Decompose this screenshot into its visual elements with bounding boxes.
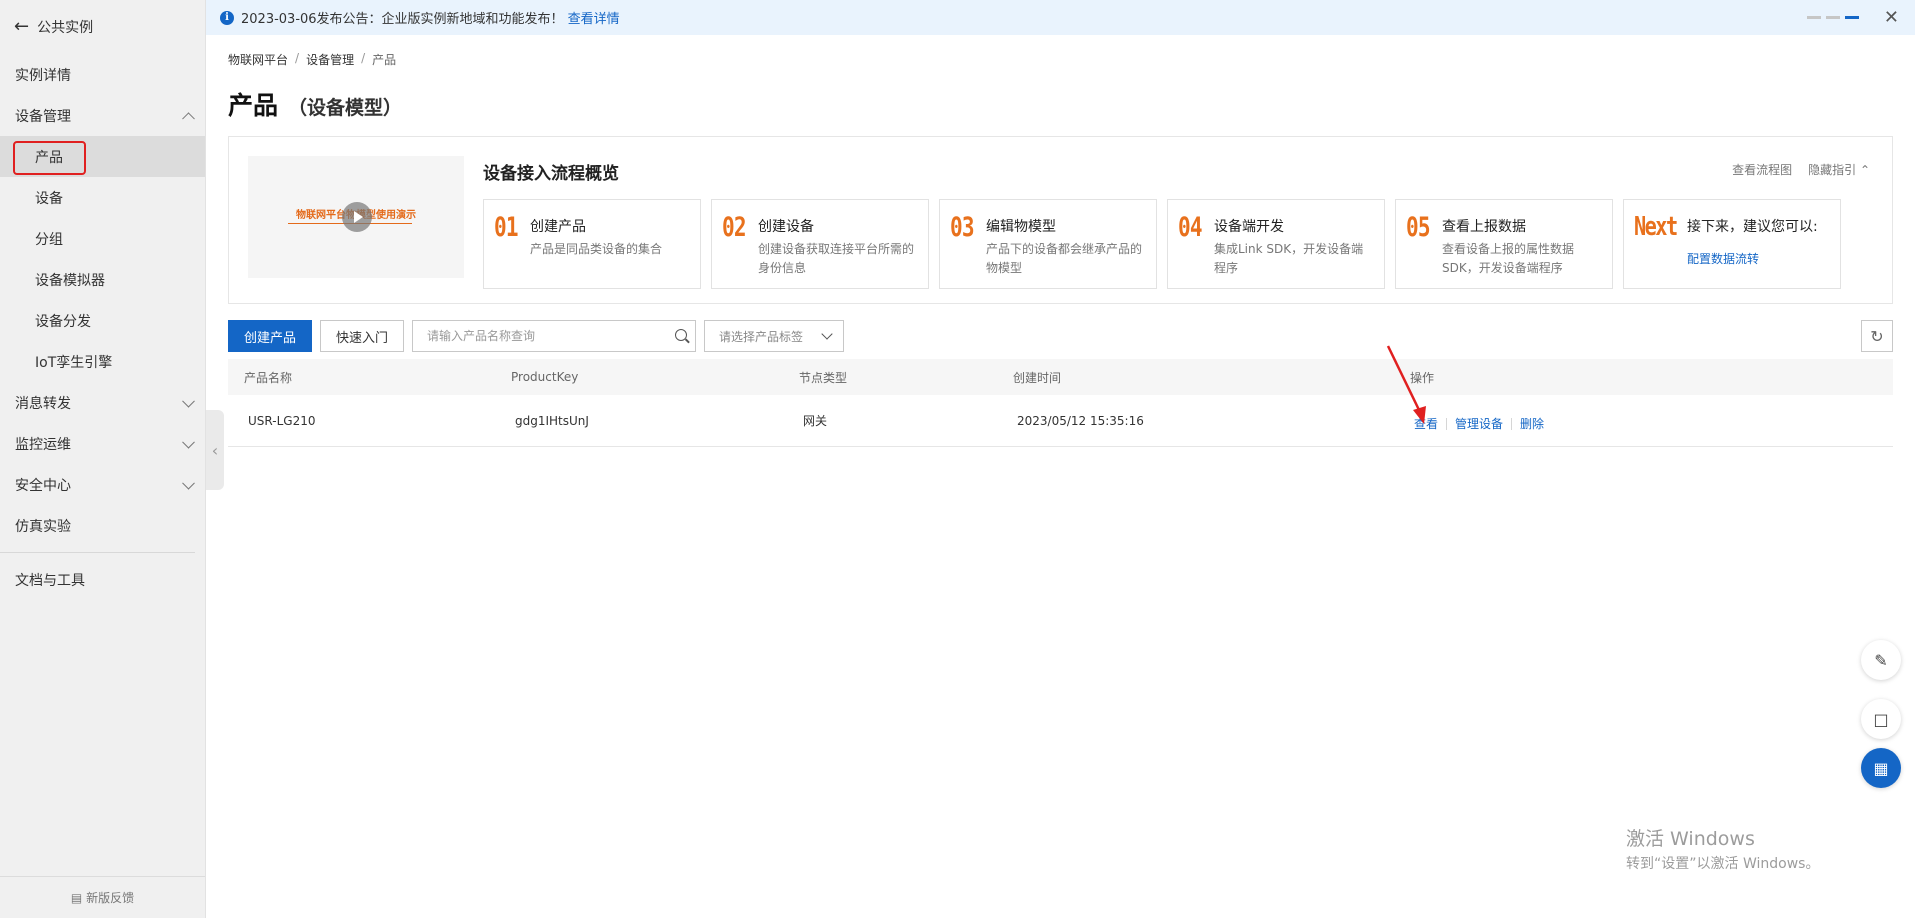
quick-start-button[interactable]: 快速入门 bbox=[320, 320, 405, 352]
manage-devices-link[interactable]: 管理设备 bbox=[1455, 415, 1503, 432]
chevron-down-icon bbox=[182, 435, 195, 449]
guide-step-next: Next 接下来，建议您可以: 配置数据流转 bbox=[1623, 199, 1841, 289]
collapse-sidebar-button[interactable]: ‹ bbox=[206, 410, 224, 490]
breadcrumb-current: 产品 bbox=[372, 53, 397, 67]
divider bbox=[0, 552, 195, 553]
breadcrumb-item[interactable]: 设备管理 bbox=[306, 51, 354, 68]
back-button[interactable]: ← 公共实例 bbox=[0, 0, 205, 54]
play-icon[interactable] bbox=[342, 202, 372, 232]
created-time: 2023/05/12 15:35:16 bbox=[1017, 413, 1144, 428]
sidebar-item-monitoring[interactable]: 监控运维 bbox=[0, 423, 205, 464]
breadcrumb-item[interactable]: 物联网平台 bbox=[228, 51, 288, 68]
node-type: 网关 bbox=[803, 414, 828, 428]
sidebar-item-security[interactable]: 安全中心 bbox=[0, 464, 205, 505]
chevron-down-icon bbox=[821, 328, 833, 340]
sidebar-item-simulation[interactable]: 仿真实验 bbox=[0, 505, 205, 546]
chevron-down-icon bbox=[182, 476, 195, 490]
column-header: 创建时间 bbox=[1013, 370, 1062, 385]
hide-guide-link[interactable]: 隐藏指引 ⌃ bbox=[1808, 161, 1870, 178]
refresh-icon: ↻ bbox=[1870, 326, 1884, 346]
search-input[interactable] bbox=[413, 321, 654, 351]
create-product-button[interactable]: 创建产品 bbox=[228, 320, 313, 352]
guide-step[interactable]: 03 编辑物模型 产品下的设备都会继承产品的物模型 bbox=[939, 199, 1157, 289]
chevron-down-icon bbox=[182, 394, 195, 408]
view-flowchart-link[interactable]: 查看流程图 bbox=[1732, 161, 1792, 178]
configure-data-flow-link[interactable]: 配置数据流转 bbox=[1687, 250, 1759, 267]
sidebar-item-group[interactable]: 分组 bbox=[0, 218, 205, 259]
sidebar-item-device[interactable]: 设备 bbox=[0, 177, 205, 218]
chevron-up-icon bbox=[182, 111, 195, 125]
refresh-button[interactable]: ↻ bbox=[1861, 320, 1893, 352]
table-header: 产品名称 ProductKey 节点类型 创建时间 操作 bbox=[228, 359, 1893, 395]
delete-link[interactable]: 删除 bbox=[1520, 415, 1544, 432]
sidebar-item-device-distribution[interactable]: 设备分发 bbox=[0, 300, 205, 341]
column-header: 产品名称 bbox=[244, 370, 293, 385]
annotation-arrow bbox=[1386, 345, 1426, 424]
guide-steps: 01 创建产品 产品是同品类设备的集合 02 创建设备 创建设备获取连接平台所需… bbox=[483, 199, 1841, 289]
sidebar-item-iot-twin[interactable]: IoT孪生引擎 bbox=[0, 341, 205, 382]
column-header: ProductKey bbox=[511, 370, 579, 384]
sidebar: ← 公共实例 实例详情 设备管理 产品 设备 分组 设备模拟器 设备分发 IoT… bbox=[0, 0, 206, 918]
chat-button[interactable]: □ bbox=[1861, 699, 1901, 739]
sidebar-item-docs-tools[interactable]: 文档与工具 bbox=[0, 559, 205, 600]
main-content: 物联网平台 / 设备管理 / 产品 产品 （设备模型） 物联网平台物模型使用演示… bbox=[228, 35, 1893, 447]
sidebar-item-device-management[interactable]: 设备管理 bbox=[0, 95, 205, 136]
chat-icon: □ bbox=[1873, 709, 1889, 729]
guide-step[interactable]: 05 查看上报数据 查看设备上报的属性数据 SDK，开发设备端程序 bbox=[1395, 199, 1613, 289]
guide-title: 设备接入流程概览 bbox=[483, 164, 619, 184]
product-tag-select[interactable]: 请选择产品标签 bbox=[704, 320, 845, 352]
guide-links: 查看流程图 隐藏指引 ⌃ bbox=[1732, 161, 1870, 178]
sidebar-item-product[interactable]: 产品 bbox=[0, 136, 205, 177]
pencil-icon: ✎ bbox=[1874, 650, 1888, 670]
feedback-icon: ▤ bbox=[70, 890, 83, 905]
announcement-link[interactable]: 查看详情 bbox=[568, 8, 620, 27]
sidebar-item-message-forwarding[interactable]: 消息转发 bbox=[0, 382, 205, 423]
table-row: USR-LG210 gdg1IHtsUnJ 网关 2023/05/12 15:3… bbox=[228, 395, 1893, 447]
announcement-text: 2023-03-06发布公告：企业版实例新地域和功能发布！ bbox=[241, 12, 564, 27]
search-icon[interactable] bbox=[675, 329, 688, 341]
search-box bbox=[412, 320, 697, 352]
sidebar-item-device-simulator[interactable]: 设备模拟器 bbox=[0, 259, 205, 300]
page-title: 产品 （设备模型） bbox=[228, 91, 403, 120]
product-name: USR-LG210 bbox=[248, 413, 316, 428]
demo-video[interactable]: 物联网平台物模型使用演示 bbox=[248, 156, 464, 278]
guide-step[interactable]: 02 创建设备 创建设备获取连接平台所需的身份信息 bbox=[711, 199, 929, 289]
announcement-bar: i 2023-03-06发布公告：企业版实例新地域和功能发布！ 查看详情 ✕ bbox=[206, 0, 1915, 35]
carousel-indicator[interactable] bbox=[1807, 16, 1859, 19]
onboarding-guide: 物联网平台物模型使用演示 设备接入流程概览 查看流程图 隐藏指引 ⌃ 01 创建… bbox=[228, 136, 1893, 304]
product-key: gdg1IHtsUnJ bbox=[515, 413, 589, 428]
back-label: 公共实例 bbox=[37, 20, 94, 36]
apps-button[interactable]: ▦ bbox=[1861, 748, 1901, 788]
feedback-button[interactable]: ▤ 新版反馈 bbox=[0, 876, 205, 918]
close-icon[interactable]: ✕ bbox=[1884, 7, 1899, 28]
highlight-box bbox=[13, 141, 86, 175]
breadcrumb: 物联网平台 / 设备管理 / 产品 bbox=[228, 51, 397, 68]
toolbar: 创建产品 快速入门 请选择产品标签 ↻ bbox=[228, 320, 1893, 352]
apps-icon: ▦ bbox=[1873, 758, 1889, 778]
guide-step[interactable]: 04 设备端开发 集成Link SDK，开发设备端程序 bbox=[1167, 199, 1385, 289]
edit-feedback-button[interactable]: ✎ bbox=[1861, 640, 1901, 680]
info-icon: i bbox=[220, 10, 234, 25]
arrow-left-icon: ← bbox=[14, 16, 30, 37]
windows-activation-watermark: 激活 Windows 转到“设置”以激活 Windows。 bbox=[1626, 828, 1820, 872]
sidebar-item-instance-details[interactable]: 实例详情 bbox=[0, 54, 205, 95]
product-table: 产品名称 ProductKey 节点类型 创建时间 操作 USR-LG210 g… bbox=[228, 359, 1893, 447]
guide-step[interactable]: 01 创建产品 产品是同品类设备的集合 bbox=[483, 199, 701, 289]
column-header: 节点类型 bbox=[799, 370, 848, 385]
chevron-left-icon: ‹ bbox=[211, 440, 219, 460]
